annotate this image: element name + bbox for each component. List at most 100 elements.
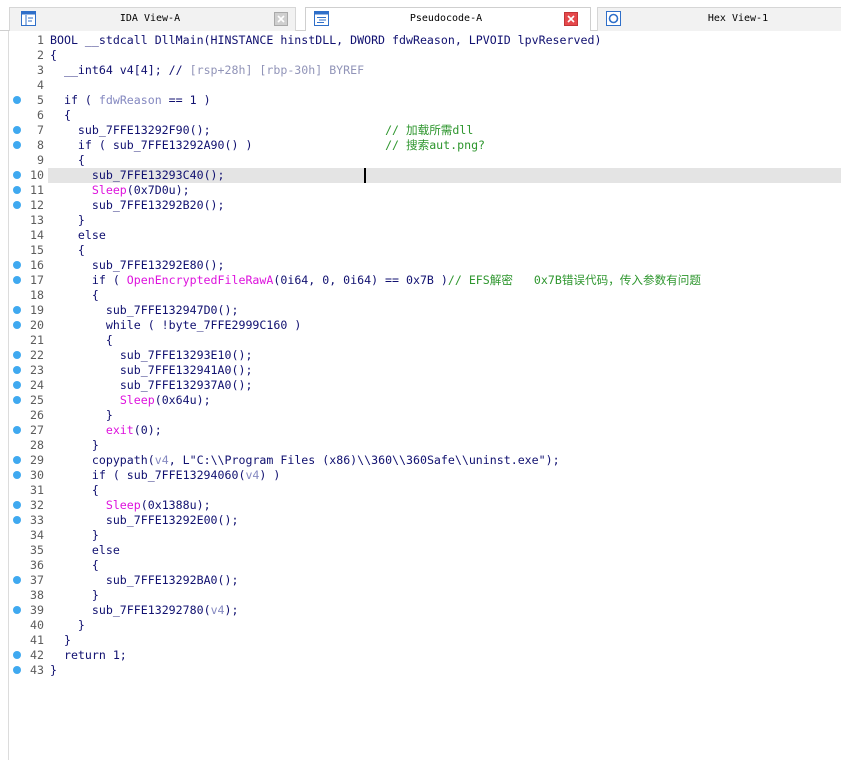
code-line[interactable]: 40 } — [0, 618, 841, 633]
code-content[interactable]: sub_7FFE13292F90(); // 加载所需dll — [48, 123, 841, 138]
code-content[interactable] — [48, 78, 841, 93]
code-content[interactable]: { — [48, 558, 841, 573]
code-line[interactable]: 19 sub_7FFE132947D0(); — [0, 303, 841, 318]
code-line[interactable]: 4 — [0, 78, 841, 93]
code-line[interactable]: 8 if ( sub_7FFE13292A90() ) // 搜索aut.png… — [0, 138, 841, 153]
code-line[interactable]: 7 sub_7FFE13292F90(); // 加载所需dll — [0, 123, 841, 138]
code-content[interactable]: } — [48, 408, 841, 423]
name-reference[interactable]: sub_7FFE13294060 — [127, 468, 239, 482]
code-content[interactable]: copypath(v4, L"C:\\Program Files (x86)\\… — [48, 453, 841, 468]
tab-hex-view-1[interactable]: Hex View-1 — [597, 7, 841, 31]
name-reference[interactable]: sub_7FFE132947D0 — [106, 303, 218, 317]
name-reference[interactable]: sub_7FFE13293C40 — [92, 168, 204, 182]
code-content[interactable]: if ( fdwReason == 1 ) — [48, 93, 841, 108]
code-content[interactable]: } — [48, 618, 841, 633]
code-content[interactable]: sub_7FFE13292780(v4); — [48, 603, 841, 618]
imported-function[interactable]: OpenEncryptedFileRawA — [127, 273, 274, 287]
code-content[interactable]: } — [48, 588, 841, 603]
code-line[interactable]: 42 return 1; — [0, 648, 841, 663]
code-content[interactable]: Sleep(0x64u); — [48, 393, 841, 408]
code-content[interactable]: while ( !byte_7FFE2999C160 ) — [48, 318, 841, 333]
code-content[interactable]: } — [48, 633, 841, 648]
local-variable[interactable]: fdwReason — [99, 93, 162, 107]
code-line[interactable]: 28 } — [0, 438, 841, 453]
code-line[interactable]: 21 { — [0, 333, 841, 348]
name-reference[interactable]: sub_7FFE13292A90 — [113, 138, 225, 152]
code-line[interactable]: 37 sub_7FFE13292BA0(); — [0, 573, 841, 588]
code-line[interactable]: 17 if ( OpenEncryptedFileRawA(0i64, 0, 0… — [0, 273, 841, 288]
code-content[interactable]: { — [48, 108, 841, 123]
code-content[interactable]: { — [48, 333, 841, 348]
imported-function[interactable]: Sleep — [120, 393, 155, 407]
name-reference[interactable]: sub_7FFE13293E10 — [120, 348, 232, 362]
local-variable[interactable]: v4 — [155, 453, 169, 467]
tab-ida-view-a[interactable]: IDA View-A — [9, 7, 296, 31]
code-content[interactable]: Sleep(0x1388u); — [48, 498, 841, 513]
code-line[interactable]: 32 Sleep(0x1388u); — [0, 498, 841, 513]
code-content[interactable]: return 1; — [48, 648, 841, 663]
code-line[interactable]: 35 else — [0, 543, 841, 558]
code-content[interactable]: __int64 v4[4]; // [rsp+28h] [rbp-30h] BY… — [48, 63, 841, 78]
code-line[interactable]: 16 sub_7FFE13292E80(); — [0, 258, 841, 273]
code-line[interactable]: 25 Sleep(0x64u); — [0, 393, 841, 408]
imported-function[interactable]: Sleep — [92, 183, 127, 197]
code-content[interactable]: BOOL __stdcall DllMain(HINSTANCE hinstDL… — [48, 33, 841, 48]
code-content[interactable]: Sleep(0x7D0u); — [48, 183, 841, 198]
code-line[interactable]: 11 Sleep(0x7D0u); — [0, 183, 841, 198]
imported-function[interactable]: Sleep — [106, 498, 141, 512]
code-line[interactable]: 2{ — [0, 48, 841, 63]
code-content[interactable]: { — [48, 288, 841, 303]
code-line[interactable]: 6 { — [0, 108, 841, 123]
code-line[interactable]: 14 else — [0, 228, 841, 243]
code-content[interactable]: sub_7FFE132947D0(); — [48, 303, 841, 318]
code-line[interactable]: 43} — [0, 663, 841, 678]
name-reference[interactable]: sub_7FFE13292F90 — [78, 123, 190, 137]
code-line[interactable]: 15 { — [0, 243, 841, 258]
code-line[interactable]: 20 while ( !byte_7FFE2999C160 ) — [0, 318, 841, 333]
code-content[interactable]: sub_7FFE13292E80(); — [48, 258, 841, 273]
name-reference[interactable]: sub_7FFE13292B20 — [92, 198, 204, 212]
code-line[interactable]: 13 } — [0, 213, 841, 228]
code-content[interactable]: exit(0); — [48, 423, 841, 438]
code-line[interactable]: 12 sub_7FFE13292B20(); — [0, 198, 841, 213]
name-reference[interactable]: sub_7FFE132941A0 — [120, 363, 232, 377]
code-content[interactable]: sub_7FFE13292E00(); — [48, 513, 841, 528]
code-content[interactable]: if ( sub_7FFE13292A90() ) // 搜索aut.png? — [48, 138, 841, 153]
code-content[interactable]: else — [48, 543, 841, 558]
code-line[interactable]: 27 exit(0); — [0, 423, 841, 438]
code-content[interactable]: { — [48, 153, 841, 168]
code-line[interactable]: 18 { — [0, 288, 841, 303]
code-line[interactable]: 3 __int64 v4[4]; // [rsp+28h] [rbp-30h] … — [0, 63, 841, 78]
code-content[interactable]: sub_7FFE13293E10(); — [48, 348, 841, 363]
name-reference[interactable]: sub_7FFE13292E80 — [92, 258, 204, 272]
tab-pseudocode-a[interactable]: Pseudocode-A — [305, 7, 591, 31]
code-line[interactable]: 5 if ( fdwReason == 1 ) — [0, 93, 841, 108]
code-line[interactable]: 39 sub_7FFE13292780(v4); — [0, 603, 841, 618]
code-line[interactable]: 29 copypath(v4, L"C:\\Program Files (x86… — [0, 453, 841, 468]
code-content[interactable]: { — [48, 243, 841, 258]
local-variable[interactable]: v4 — [245, 468, 259, 482]
code-content[interactable]: sub_7FFE13292B20(); — [48, 198, 841, 213]
code-line[interactable]: 10 sub_7FFE13293C40(); — [0, 168, 841, 183]
code-content[interactable]: if ( OpenEncryptedFileRawA(0i64, 0, 0i64… — [48, 273, 841, 288]
name-reference[interactable]: sub_7FFE13292E00 — [106, 513, 218, 527]
name-reference[interactable]: sub_7FFE132937A0 — [120, 378, 232, 392]
code-line[interactable]: 9 { — [0, 153, 841, 168]
code-content[interactable]: } — [48, 663, 841, 678]
code-content[interactable]: sub_7FFE132941A0(); — [48, 363, 841, 378]
code-content[interactable]: } — [48, 213, 841, 228]
close-icon[interactable] — [274, 12, 288, 26]
code-line[interactable]: 23 sub_7FFE132941A0(); — [0, 363, 841, 378]
code-line[interactable]: 26 } — [0, 408, 841, 423]
code-line[interactable]: 30 if ( sub_7FFE13294060(v4) ) — [0, 468, 841, 483]
name-reference[interactable]: copypath — [92, 453, 148, 467]
name-reference[interactable]: sub_7FFE13292780 — [92, 603, 204, 617]
code-line[interactable]: 38 } — [0, 588, 841, 603]
code-content[interactable]: sub_7FFE132937A0(); — [48, 378, 841, 393]
code-line[interactable]: 34 } — [0, 528, 841, 543]
name-reference[interactable]: byte_7FFE2999C160 — [169, 318, 288, 332]
code-line[interactable]: 36 { — [0, 558, 841, 573]
code-line[interactable]: 31 { — [0, 483, 841, 498]
code-content[interactable]: if ( sub_7FFE13294060(v4) ) — [48, 468, 841, 483]
local-variable[interactable]: v4 — [211, 603, 225, 617]
